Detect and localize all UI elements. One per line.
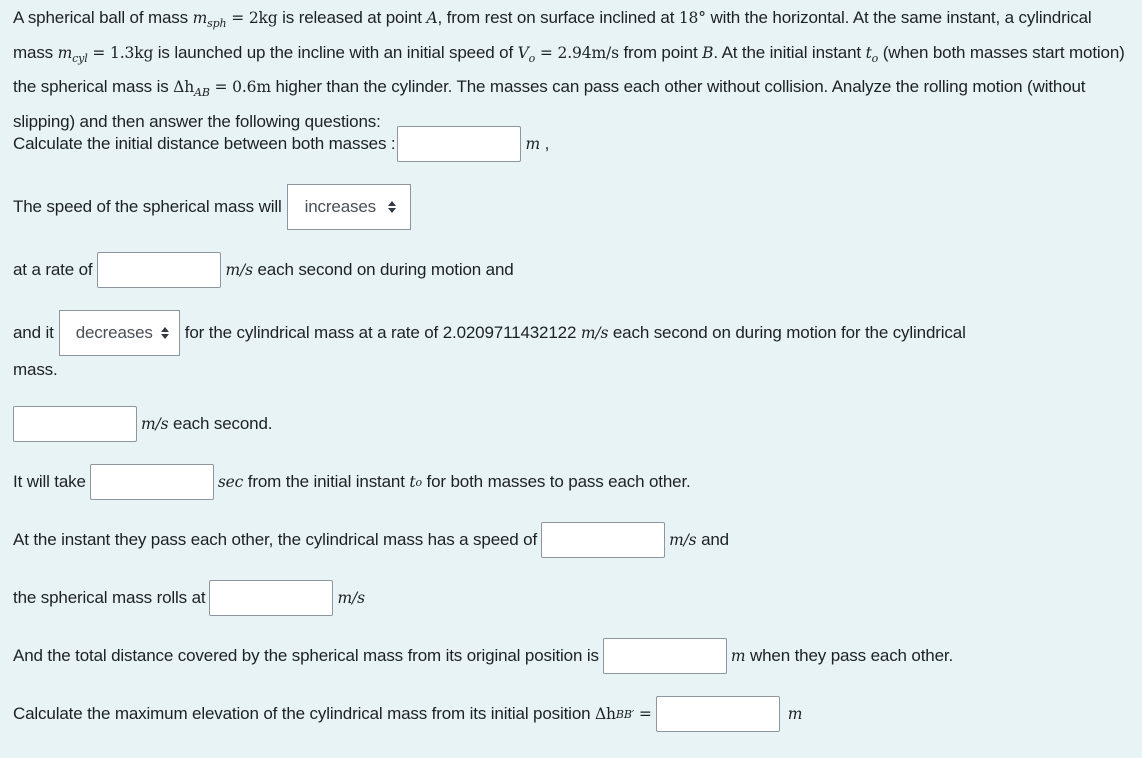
question-label: Calculate the maximum elevation of the c… bbox=[13, 704, 595, 723]
unit-label: sec bbox=[217, 473, 244, 491]
question-container: A spherical ball of mass msph = 2kg is r… bbox=[0, 0, 1142, 136]
question-label: And the total distance covered by the sp… bbox=[13, 646, 599, 665]
question-initial-distance: Calculate the initial distance between b… bbox=[13, 126, 549, 162]
question-cylinder-wrap: mass. bbox=[13, 360, 58, 379]
unit-label: m/s bbox=[580, 324, 609, 342]
pass-time-input[interactable] bbox=[89, 464, 214, 500]
question-label: and it bbox=[13, 323, 54, 342]
question-label: It will take bbox=[13, 472, 86, 491]
question-cylinder-rate: m/s each second. bbox=[13, 406, 272, 442]
max-elevation-input[interactable] bbox=[655, 696, 780, 732]
question-sphere-speed-trend: The speed of the spherical mass will inc… bbox=[13, 184, 416, 230]
unit-label: m bbox=[787, 705, 803, 723]
unit-label: m/s bbox=[225, 261, 253, 279]
question-sphere-speed-at-pass: the spherical mass rolls at m/s bbox=[13, 580, 365, 616]
unit-label: m bbox=[525, 135, 541, 153]
unit-label: m bbox=[730, 647, 746, 665]
question-cylinder-speed-at-pass: At the instant they pass each other, the… bbox=[13, 522, 729, 558]
problem-statement: A spherical ball of mass msph = 2kg is r… bbox=[13, 8, 1125, 131]
unit-label: m/s bbox=[141, 415, 169, 433]
question-max-elevation: Calculate the maximum elevation of the c… bbox=[13, 696, 802, 732]
question-pass-time: It will take sec from the initial instan… bbox=[13, 464, 691, 500]
question-label: Calculate the initial distance between b… bbox=[13, 134, 396, 153]
question-sphere-rate: at a rate of m/s each second on during m… bbox=[13, 252, 514, 288]
sort-arrows-icon bbox=[160, 327, 169, 339]
m-sph-symbol: m bbox=[192, 9, 208, 27]
sphere-rate-input[interactable] bbox=[97, 252, 222, 288]
question-cylinder-speed-trend: and it decreases for the cylindrical mas… bbox=[13, 310, 966, 356]
cylinder-speed-trend-select[interactable]: decreases bbox=[58, 310, 180, 356]
unit-label: m/s bbox=[337, 589, 365, 607]
sphere-speed-input[interactable] bbox=[209, 580, 334, 616]
sphere-distance-input[interactable] bbox=[602, 638, 727, 674]
initial-distance-input[interactable] bbox=[397, 126, 522, 162]
cylinder-speed-input[interactable] bbox=[541, 522, 666, 558]
question-sphere-distance: And the total distance covered by the sp… bbox=[13, 638, 953, 674]
sort-arrows-icon bbox=[388, 201, 397, 213]
unit-label: m/s bbox=[669, 531, 697, 549]
sphere-speed-trend-select[interactable]: increases bbox=[286, 184, 412, 230]
question-label: the spherical mass rolls at bbox=[13, 588, 206, 607]
question-label: The speed of the spherical mass will bbox=[13, 197, 282, 216]
question-label: at a rate of bbox=[13, 260, 93, 279]
cylinder-rate-input[interactable] bbox=[13, 406, 137, 442]
question-label: At the instant they pass each other, the… bbox=[13, 530, 538, 549]
